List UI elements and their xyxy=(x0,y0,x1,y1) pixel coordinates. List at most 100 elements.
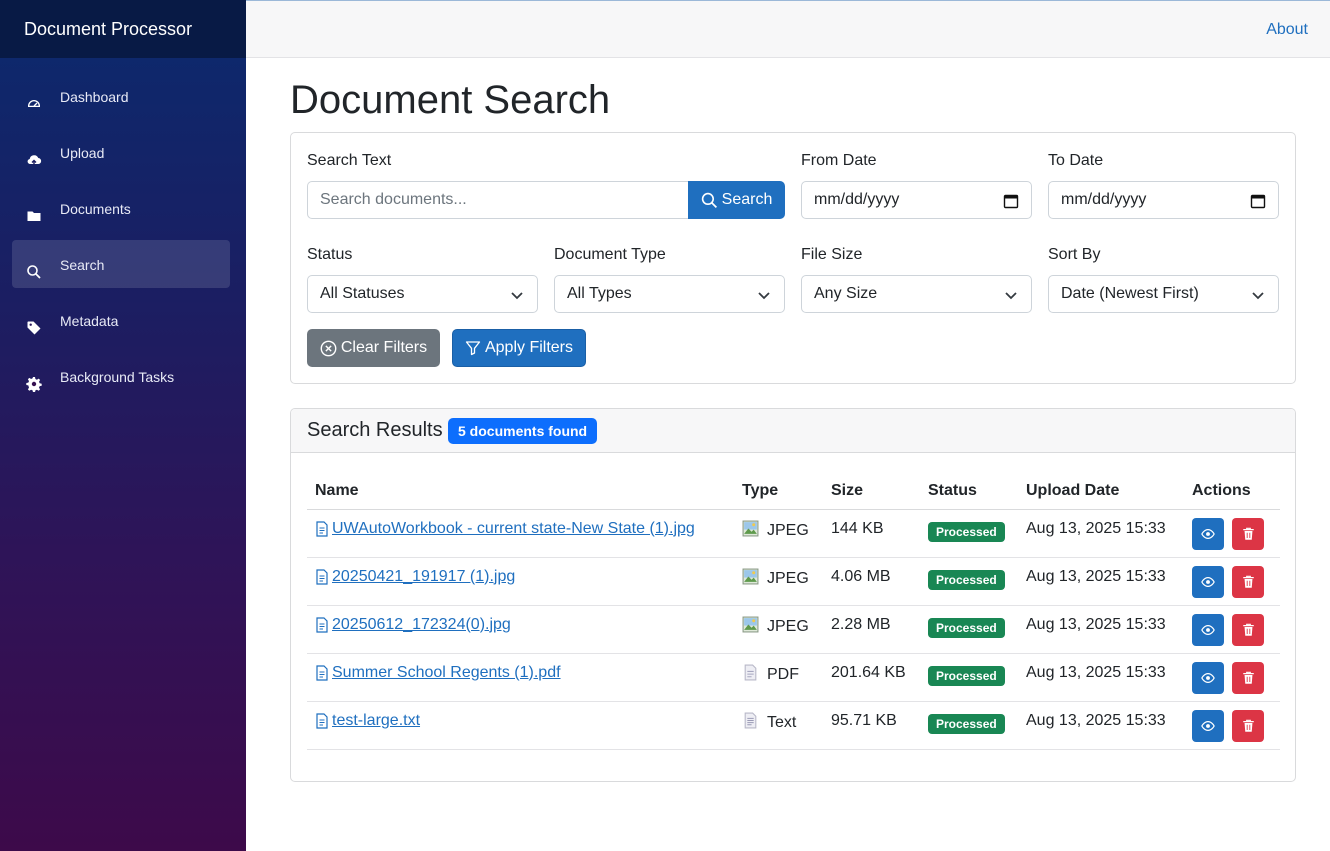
image-icon xyxy=(742,568,759,590)
sidebar-item-label: Upload xyxy=(60,145,105,161)
file-size-select-value: Any Size xyxy=(814,285,878,302)
sidebar-item-dashboard[interactable]: Dashboard xyxy=(12,72,230,120)
search-button[interactable]: Search xyxy=(688,181,785,219)
brand-title[interactable]: Document Processor xyxy=(0,0,246,58)
search-input[interactable]: Search documents... xyxy=(307,181,690,219)
sidebar-item-search[interactable]: Search xyxy=(12,240,230,288)
table-row: 20250612_172324(0).jpg JPEG 2.28 MB Proc… xyxy=(307,605,1280,654)
document-link[interactable]: UWAutoWorkbook - current state-New State… xyxy=(315,520,695,538)
cell-name: Summer School Regents (1).pdf xyxy=(307,653,734,702)
delete-button[interactable] xyxy=(1232,565,1264,598)
document-type: JPEG xyxy=(767,617,809,635)
document-size: 144 KB xyxy=(831,519,884,537)
file-text-icon xyxy=(316,520,328,537)
document-name: Summer School Regents (1).pdf xyxy=(332,663,561,681)
file-text-icon xyxy=(316,664,328,681)
cell-status: Processed xyxy=(920,701,1018,750)
cell-type: JPEG xyxy=(734,509,823,558)
from-date-input[interactable]: mm/dd/yyyy xyxy=(801,181,1032,219)
trash-icon xyxy=(1242,623,1254,636)
view-button[interactable] xyxy=(1192,709,1224,742)
row-actions xyxy=(1192,565,1280,598)
to-date-input[interactable]: mm/dd/yyyy xyxy=(1048,181,1279,219)
cell-size: 95.71 KB xyxy=(823,701,920,750)
gear-icon xyxy=(26,376,44,394)
status-select[interactable]: All Statuses xyxy=(307,275,538,313)
cell-actions xyxy=(1184,509,1280,558)
sidebar-item-label: Metadata xyxy=(60,313,119,329)
status-badge: Processed xyxy=(928,713,1005,734)
document-type: JPEG xyxy=(767,569,809,587)
apply-filters-label: Apply Filters xyxy=(484,339,574,356)
eye-icon xyxy=(1201,576,1215,587)
status-badge: Processed xyxy=(928,665,1005,686)
cell-size: 4.06 MB xyxy=(823,557,920,606)
document-link[interactable]: test-large.txt xyxy=(315,712,420,730)
sidebar-item-label: Background Tasks xyxy=(60,369,175,385)
clear-filters-button[interactable]: Clear Filters xyxy=(307,329,440,367)
column-header-status[interactable]: Status xyxy=(920,473,1018,510)
pdf-file-icon xyxy=(742,664,759,686)
apply-filters-button[interactable]: Apply Filters xyxy=(452,329,586,367)
column-header-name[interactable]: Name xyxy=(307,473,734,510)
delete-button[interactable] xyxy=(1232,661,1264,694)
calendar-icon[interactable] xyxy=(1250,193,1266,209)
eye-icon xyxy=(1201,720,1215,731)
sort-by-select[interactable]: Date (Newest First) xyxy=(1048,275,1279,313)
table-header-row: Name Type Size Status Upload Date Action… xyxy=(307,473,1280,510)
upload-date: Aug 13, 2025 15:33 xyxy=(1026,567,1166,585)
sidebar-item-background-tasks[interactable]: Background Tasks xyxy=(12,352,230,400)
sidebar-item-metadata[interactable]: Metadata xyxy=(12,296,230,344)
x-circle-icon xyxy=(320,340,337,356)
view-button[interactable] xyxy=(1192,661,1224,694)
column-header-upload-date[interactable]: Upload Date xyxy=(1018,473,1184,510)
column-header-actions: Actions xyxy=(1184,473,1280,510)
file-text-icon xyxy=(316,616,328,633)
search-icon xyxy=(701,192,717,208)
column-header-size[interactable]: Size xyxy=(823,473,920,510)
to-date-placeholder: mm/dd/yyyy xyxy=(1061,191,1147,208)
from-date-placeholder: mm/dd/yyyy xyxy=(814,191,900,208)
document-link[interactable]: 20250421_191917 (1).jpg xyxy=(315,568,515,586)
document-type-select[interactable]: All Types xyxy=(554,275,785,313)
file-text-icon xyxy=(316,712,328,729)
file-size-select[interactable]: Any Size xyxy=(801,275,1032,313)
table-row: 20250421_191917 (1).jpg JPEG 4.06 MB Pro… xyxy=(307,557,1280,606)
calendar-icon[interactable] xyxy=(1003,193,1019,209)
row-actions xyxy=(1192,613,1280,646)
sidebar-item-documents[interactable]: Documents xyxy=(12,184,230,232)
view-button[interactable] xyxy=(1192,517,1224,550)
document-name: 20250612_172324(0).jpg xyxy=(332,615,511,633)
cell-name: 20250612_172324(0).jpg xyxy=(307,605,734,654)
delete-button[interactable] xyxy=(1232,517,1264,550)
results-table-body: UWAutoWorkbook - current state-New State… xyxy=(307,509,1280,750)
about-link[interactable]: About xyxy=(1266,21,1308,39)
eye-icon xyxy=(1201,672,1215,683)
eye-icon xyxy=(1201,624,1215,635)
cell-type: Text xyxy=(734,701,823,750)
cell-name: 20250421_191917 (1).jpg xyxy=(307,557,734,606)
image-icon xyxy=(742,616,759,638)
upload-date: Aug 13, 2025 15:33 xyxy=(1026,711,1166,729)
results-title: Search Results xyxy=(307,419,443,441)
cell-status: Processed xyxy=(920,509,1018,558)
table-row: Summer School Regents (1).pdf PDF 201.64… xyxy=(307,653,1280,702)
view-button[interactable] xyxy=(1192,613,1224,646)
trash-icon xyxy=(1242,719,1254,732)
sidebar: Document Processor Dashboard Upload Docu… xyxy=(0,0,246,851)
view-button[interactable] xyxy=(1192,565,1224,598)
chevron-down-icon xyxy=(1250,287,1266,303)
cell-actions xyxy=(1184,557,1280,606)
to-date-label: To Date xyxy=(1048,152,1104,169)
trash-icon xyxy=(1242,575,1254,588)
document-link[interactable]: 20250612_172324(0).jpg xyxy=(315,616,511,634)
column-header-type[interactable]: Type xyxy=(734,473,823,510)
sidebar-item-upload[interactable]: Upload xyxy=(12,128,230,176)
delete-button[interactable] xyxy=(1232,613,1264,646)
delete-button[interactable] xyxy=(1232,709,1264,742)
document-link[interactable]: Summer School Regents (1).pdf xyxy=(315,664,561,682)
search-filters-card: Search Text Search documents... Search F… xyxy=(290,132,1296,384)
cell-type: PDF xyxy=(734,653,823,702)
cell-actions xyxy=(1184,605,1280,654)
cell-type: JPEG xyxy=(734,557,823,606)
